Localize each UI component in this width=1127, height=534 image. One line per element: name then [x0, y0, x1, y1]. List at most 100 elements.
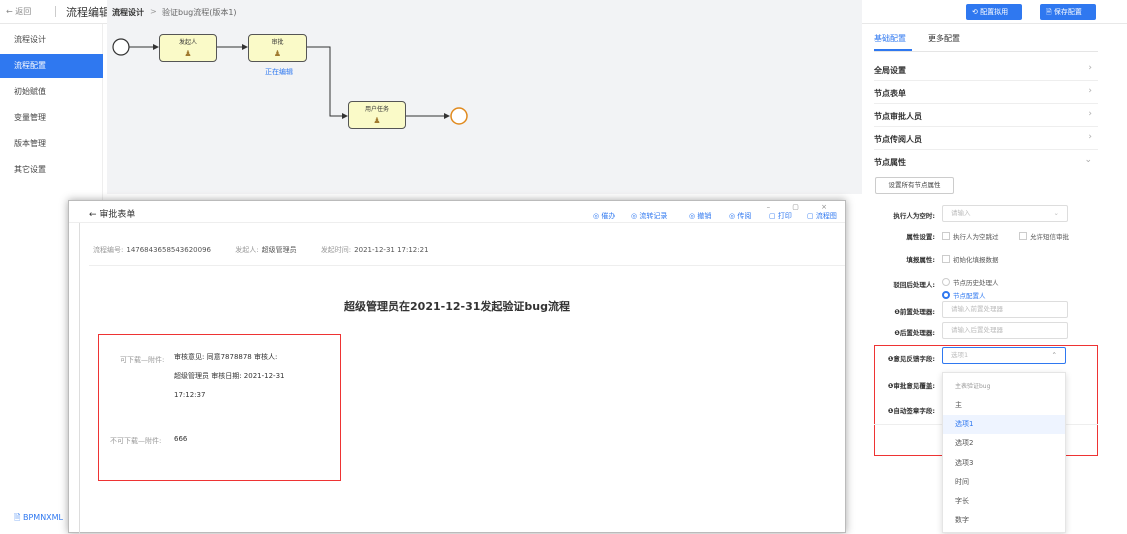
- window-controls[interactable]: – ▢ ×: [767, 203, 837, 211]
- radio-label: 节点历史处理人: [953, 279, 999, 287]
- section-node-properties[interactable]: 节点属性 ⌄: [874, 150, 1098, 173]
- opinion-field-select[interactable]: 选项1 ⌃: [942, 347, 1066, 364]
- sidebar-item-process-design[interactable]: 流程设计: [0, 28, 103, 52]
- tab-underline: [874, 49, 912, 51]
- window-title[interactable]: ← 审批表单: [89, 207, 135, 220]
- breadcrumb-item: 验证bug流程(版本1): [162, 8, 237, 17]
- sidebar-item-process-config[interactable]: 流程配置: [0, 54, 103, 78]
- attachment-non-downloadable-label: 不可下载—附件:: [110, 437, 162, 445]
- select-placeholder: 请输入: [951, 209, 971, 217]
- pre-handler-label: ❶前置处理器:: [894, 308, 935, 316]
- executor-empty-label: 执行人为空时:: [893, 212, 935, 220]
- tab-basic-config[interactable]: 基础配置: [874, 33, 906, 44]
- section-global-settings[interactable]: 全局设置 ›: [874, 58, 1098, 81]
- dropdown-option-selected[interactable]: 选项1: [943, 415, 1065, 434]
- chevron-right-icon: ›: [1088, 86, 1092, 96]
- start-event[interactable]: [112, 38, 130, 56]
- task-user-task[interactable]: 用户任务 ♟: [348, 101, 406, 129]
- task-label: 发起人: [178, 39, 197, 46]
- flowchart-button[interactable]: ▢ 流程图: [807, 211, 837, 221]
- select-value: 选项1: [951, 351, 969, 359]
- dropdown-option[interactable]: 字长: [943, 492, 1065, 511]
- flow-record-button[interactable]: ◎ 流转记录: [631, 211, 667, 221]
- breadcrumb-separator: >: [150, 7, 157, 16]
- checkbox[interactable]: [1019, 232, 1027, 240]
- radio[interactable]: [942, 291, 950, 299]
- revoke-button[interactable]: ◎ 撤销: [689, 211, 711, 221]
- user-icon: ♟: [184, 49, 192, 58]
- checkbox-label: 初始化填报数据: [953, 256, 999, 264]
- circulate-button[interactable]: ◎ 传阅: [729, 211, 751, 221]
- sidebar-item-variables[interactable]: 变量管理: [0, 106, 103, 130]
- end-event[interactable]: [450, 107, 468, 125]
- checkbox[interactable]: [942, 255, 950, 263]
- opinion-field-label: ❶意见反馈字段:: [887, 355, 935, 363]
- start-time-value: 2021-12-31 17:12:21: [354, 246, 429, 254]
- dropdown-option[interactable]: 选项2: [943, 434, 1065, 453]
- bpmn-xml-link[interactable]: 🗎 BPMNXML: [14, 512, 63, 526]
- chevron-right-icon: ›: [1088, 63, 1092, 73]
- opinion-field-dropdown: 主表验证bug 主 选项1 选项2 选项3 时间 字长 数字: [942, 372, 1066, 533]
- reject-handler-label: 驳回后处理人:: [893, 281, 935, 289]
- attachment-downloadable-label: 可下载—附件:: [120, 356, 165, 364]
- auto-sign-label: ❶自动签章字段:: [887, 407, 935, 415]
- initiator-value: 超级管理员: [261, 246, 297, 254]
- sms-approval-checkbox[interactable]: 允许短信审批: [1019, 231, 1069, 241]
- section-title: 节点传阅人员: [874, 135, 922, 144]
- task-initiator[interactable]: 发起人 ♟: [159, 34, 217, 62]
- attachment-value: 666: [174, 435, 188, 443]
- save-config-button[interactable]: 🗎 保存配置: [1040, 4, 1096, 20]
- back-link[interactable]: ← 返回: [6, 6, 31, 17]
- radio[interactable]: [942, 278, 950, 286]
- skip-empty-checkbox[interactable]: 执行人为空跳过: [942, 231, 999, 241]
- dropdown-option[interactable]: 时间: [943, 473, 1065, 492]
- urge-button[interactable]: ◎ 催办: [593, 211, 615, 221]
- reject-history-radio[interactable]: 节点历史处理人: [942, 277, 999, 287]
- breadcrumb-current[interactable]: 流程设计: [112, 7, 144, 18]
- print-button[interactable]: ▢ 打印: [769, 211, 792, 221]
- post-handler-input[interactable]: 请输入后置处理器: [942, 322, 1068, 339]
- document-title: 超级管理员在2021-12-31发起验证bug流程: [344, 300, 570, 313]
- divider: [55, 6, 56, 17]
- task-approval[interactable]: 审批 ♟: [248, 34, 307, 62]
- meta-label: 发起时间:: [320, 246, 352, 254]
- user-icon: ♟: [373, 116, 381, 125]
- task-label: 审批: [271, 39, 284, 46]
- sidebar-item-initial-assign[interactable]: 初始赋值: [0, 80, 103, 104]
- process-canvas[interactable]: 发起人 ♟ 审批 ♟ 用户任务 ♟ 正在编辑: [107, 24, 862, 194]
- section-node-readers[interactable]: 节点传阅人员 ›: [874, 127, 1098, 150]
- section-node-form[interactable]: 节点表单 ›: [874, 81, 1098, 104]
- editing-status: 正在编辑: [265, 68, 293, 76]
- enable-config-button[interactable]: ⟲ 配置拟用: [966, 4, 1022, 20]
- dropdown-option[interactable]: 选项3: [943, 454, 1065, 473]
- sidebar-item-other[interactable]: 其它设置: [0, 158, 103, 182]
- init-fill-checkbox[interactable]: 初始化填报数据: [942, 254, 999, 264]
- section-node-approvers[interactable]: 节点审批人员 ›: [874, 104, 1098, 127]
- attachment-opinion-line: 17:12:37: [174, 391, 206, 399]
- chevron-right-icon: ›: [1088, 109, 1092, 119]
- dropdown-option[interactable]: 数字: [943, 511, 1065, 530]
- top-bar: ← 返回 流程编辑 流程设计 > 验证bug流程(版本1) ⟲ 配置拟用 🗎 保…: [0, 0, 1127, 24]
- config-tabs: 基础配置 更多配置: [874, 30, 1098, 52]
- section-title: 节点属性: [874, 158, 906, 167]
- window-header: ← 审批表单 ◎ 催办 ◎ 流转记录 ◎ 撤销 ◎ 传阅 ▢ 打印 ▢ 流程图 …: [69, 201, 845, 223]
- dropdown-option[interactable]: 主: [943, 396, 1065, 415]
- user-icon: ♟: [273, 49, 282, 58]
- chevron-right-icon: ›: [1088, 132, 1092, 142]
- executor-empty-select[interactable]: 请输入 ⌄: [942, 205, 1068, 222]
- radio-label: 节点配置人: [953, 292, 986, 300]
- pre-handler-input[interactable]: 请输入前置处理器: [942, 301, 1068, 318]
- set-all-node-props-button[interactable]: 设置所有节点属性: [875, 177, 954, 194]
- prop-settings-label: 属性设置:: [906, 233, 935, 241]
- section-title: 全局设置: [874, 66, 906, 75]
- post-handler-label: ❶后置处理器:: [894, 329, 935, 337]
- checkbox[interactable]: [942, 232, 950, 240]
- divider: [79, 223, 80, 534]
- sidebar-item-versions[interactable]: 版本管理: [0, 132, 103, 156]
- attachment-opinion-line: 审核意见: 同意7878878 审核人:: [174, 353, 278, 361]
- process-meta: 流程编号: 1476843658543620096 发起人: 超级管理员 发起时间:…: [93, 245, 451, 255]
- reject-config-radio[interactable]: 节点配置人: [942, 290, 986, 300]
- dropdown-option[interactable]: 主表验证bug: [943, 377, 1065, 396]
- meta-label: 流程编号:: [93, 246, 124, 254]
- tab-more-config[interactable]: 更多配置: [928, 33, 960, 44]
